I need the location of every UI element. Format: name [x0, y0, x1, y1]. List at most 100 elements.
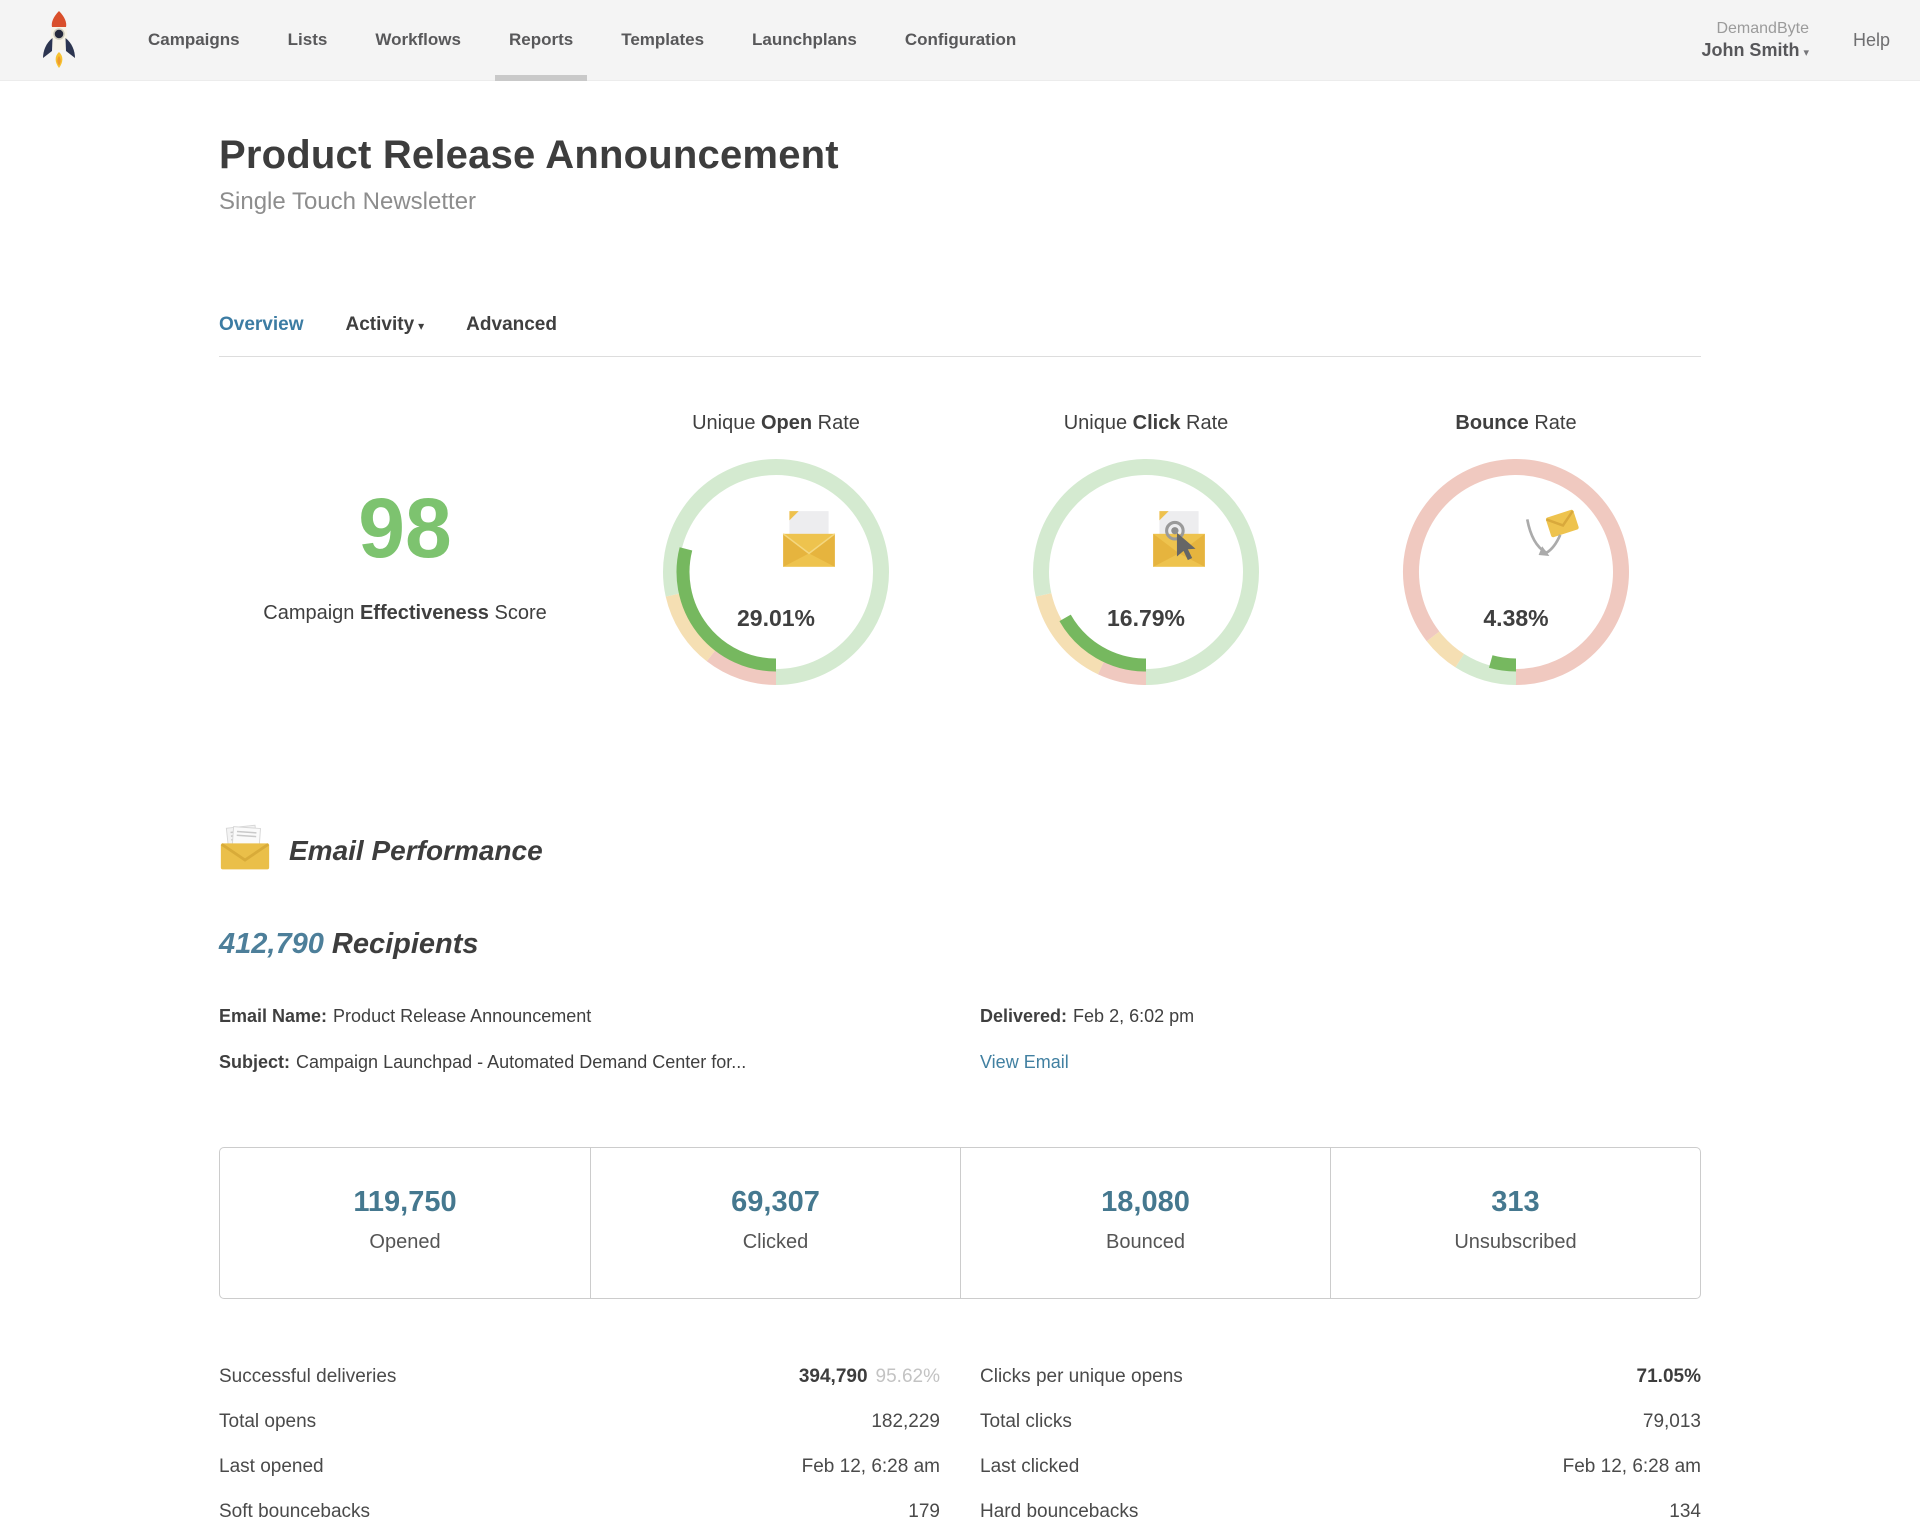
gauge-value-unique-open-rate: 29.01%	[653, 605, 899, 632]
gauge-title-post: Rate	[812, 412, 860, 434]
summary-label-soft-bouncebacks: Soft bouncebacks	[219, 1501, 370, 1523]
gauge-title-pre: Unique	[1064, 412, 1133, 434]
email-performance-section: Email Performance 412,790 Recipients Ema…	[219, 823, 1701, 1534]
gauge-title-pre: Unique	[692, 412, 761, 434]
summary-value-successful-deliveries: 394,79095.62%	[799, 1366, 940, 1388]
stat-label-clicked: Clicked	[591, 1231, 960, 1254]
stat-box-clicked: 69,307 Clicked	[590, 1148, 960, 1298]
nav-item-campaigns[interactable]: Campaigns	[124, 0, 264, 81]
summary-value-hard-bouncebacks: 134	[1669, 1501, 1701, 1523]
account-user: John Smith	[1701, 40, 1799, 60]
summary-value-last-opened: Feb 12, 6:28 am	[802, 1456, 940, 1478]
tab-activity[interactable]: Activity▾	[346, 314, 425, 336]
stat-label-unsubscribed: Unsubscribed	[1331, 1231, 1700, 1254]
stat-value-unsubscribed: 313	[1331, 1186, 1700, 1219]
summary-row-hard-bouncebacks: Hard bouncebacks 134	[980, 1489, 1701, 1534]
email-stack-icon	[219, 823, 271, 878]
nav-item-workflows[interactable]: Workflows	[351, 0, 485, 81]
nav-item-launchplans[interactable]: Launchplans	[728, 0, 881, 81]
subject-row: Subject: Campaign Launchpad - Automated …	[219, 1039, 940, 1085]
summary-value-total-opens: 182,229	[871, 1411, 940, 1433]
summary-stats: Successful deliveries 394,79095.62% Clicks…	[219, 1354, 1701, 1534]
view-email-link[interactable]: View Email	[980, 1052, 1069, 1073]
nav-item-configuration[interactable]: Configuration	[881, 0, 1040, 81]
gauge-title-bold: Open	[761, 412, 812, 434]
email-name-row: Email Name: Product Release Announcement	[219, 993, 940, 1039]
email-name-value: Product Release Announcement	[333, 1006, 591, 1027]
account-menu[interactable]: DemandByte John Smith▾	[1701, 19, 1809, 62]
help-link[interactable]: Help	[1853, 30, 1890, 51]
chevron-down-icon: ▾	[418, 319, 424, 333]
recipients-heading: 412,790 Recipients	[219, 928, 1701, 961]
summary-row-clicks-per-unique-opens: Clicks per unique opens71.05%	[980, 1354, 1701, 1399]
summary-row-total-clicks: Total clicks 79,013	[980, 1399, 1701, 1444]
score-label-pre: Campaign	[263, 602, 360, 624]
gauge-unique-open-rate: Unique Open Rate 29.01%	[591, 412, 961, 695]
page-subtitle: Single Touch Newsletter	[219, 188, 1701, 216]
chevron-down-icon: ▾	[1803, 47, 1809, 59]
gauge-title-unique-click-rate: Unique Click Rate	[961, 412, 1331, 435]
summary-row-last-clicked: Last clickedFeb 12, 6:28 am	[980, 1444, 1701, 1489]
campaign-score: 98 Campaign Effectiveness Score	[219, 412, 591, 695]
gauge-donut-bounce-rate: 4.38%	[1393, 449, 1639, 695]
gauge-value-bounce-rate: 4.38%	[1393, 605, 1639, 632]
nav-right: DemandByte John Smith▾ Help	[1701, 19, 1920, 62]
tab-advanced[interactable]: Advanced	[466, 314, 557, 336]
nav-item-templates[interactable]: Templates	[597, 0, 728, 81]
summary-label-hard-bouncebacks: Hard bouncebacks	[980, 1501, 1138, 1523]
delivered-value: Feb 2, 6:02 pm	[1073, 1006, 1194, 1027]
summary-extra-successful-deliveries: 95.62%	[876, 1366, 940, 1387]
summary-row-last-opened: Last opened Feb 12, 6:28 am	[219, 1444, 940, 1489]
stat-label-bounced: Bounced	[961, 1231, 1330, 1254]
score-value: 98	[219, 486, 591, 570]
gauge-title-unique-open-rate: Unique Open Rate	[591, 412, 961, 435]
summary-value-total-clicks: 79,013	[1643, 1411, 1701, 1433]
top-navbar: CampaignsListsWorkflowsReportsTemplatesL…	[0, 0, 1920, 81]
gauge-title-post: Rate	[1180, 412, 1228, 434]
stat-label-opened: Opened	[220, 1231, 590, 1254]
summary-row-successful-deliveries: Successful deliveries 394,79095.62%	[219, 1354, 940, 1399]
score-label-post: Score	[489, 602, 547, 624]
gauge-title-bounce-rate: Bounce Rate	[1331, 412, 1701, 435]
subject-label: Subject:	[219, 1052, 290, 1073]
tab-label: Advanced	[466, 314, 557, 335]
gauge-title-bold: Bounce	[1455, 412, 1528, 434]
view-email-row: View Email	[980, 1039, 1701, 1085]
summary-row-total-opens: Total opens 182,229	[219, 1399, 940, 1444]
delivered-row: Delivered: Feb 2, 6:02 pm	[980, 993, 1701, 1039]
stat-box-bounced: 18,080 Bounced	[960, 1148, 1330, 1298]
nav-item-reports[interactable]: Reports	[485, 0, 597, 81]
report-page: Product Release Announcement Single Touc…	[219, 133, 1701, 1534]
nav-item-lists[interactable]: Lists	[264, 0, 352, 81]
stat-value-bounced: 18,080	[961, 1186, 1330, 1219]
subject-value: Campaign Launchpad - Automated Demand Ce…	[296, 1052, 746, 1073]
metrics-row: 98 Campaign Effectiveness Score Unique O…	[219, 412, 1701, 695]
summary-value-last-clicked: Feb 12, 6:28 am	[1563, 1456, 1701, 1478]
gauge-donut-unique-click-rate: 16.79%	[1023, 449, 1269, 695]
stat-boxes: 119,750 Opened69,307 Clicked18,080 Bounced3…	[219, 1147, 1701, 1299]
gauge-title-post: Rate	[1529, 412, 1577, 434]
nav-menu: CampaignsListsWorkflowsReportsTemplatesL…	[124, 0, 1040, 81]
stat-box-opened: 119,750 Opened	[220, 1148, 590, 1298]
summary-value-clicks-per-unique-opens: 71.05%	[1637, 1366, 1701, 1388]
section-title: Email Performance	[289, 835, 543, 867]
brand-logo[interactable]	[36, 7, 82, 74]
email-performance-header: Email Performance	[219, 823, 1701, 878]
stat-value-clicked: 69,307	[591, 1186, 960, 1219]
tab-overview[interactable]: Overview	[219, 314, 304, 336]
gauge-unique-click-rate: Unique Click Rate 16.79%	[961, 412, 1331, 695]
summary-label-successful-deliveries: Successful deliveries	[219, 1366, 396, 1388]
recipients-count: 412,790	[219, 928, 324, 960]
summary-value-soft-bouncebacks: 179	[908, 1501, 940, 1523]
summary-label-total-clicks: Total clicks	[980, 1411, 1072, 1433]
recipients-label: Recipients	[324, 928, 479, 960]
gauge-donut-unique-open-rate: 29.01%	[653, 449, 899, 695]
summary-row-soft-bouncebacks: Soft bouncebacks 179	[219, 1489, 940, 1534]
stat-box-unsubscribed: 313 Unsubscribed	[1330, 1148, 1700, 1298]
email-details: Email Name: Product Release Announcement…	[219, 993, 1701, 1085]
summary-label-last-opened: Last opened	[219, 1456, 324, 1478]
page-title: Product Release Announcement	[219, 133, 1701, 178]
stat-value-opened: 119,750	[220, 1186, 590, 1219]
summary-label-total-opens: Total opens	[219, 1411, 316, 1433]
delivered-label: Delivered:	[980, 1006, 1067, 1027]
